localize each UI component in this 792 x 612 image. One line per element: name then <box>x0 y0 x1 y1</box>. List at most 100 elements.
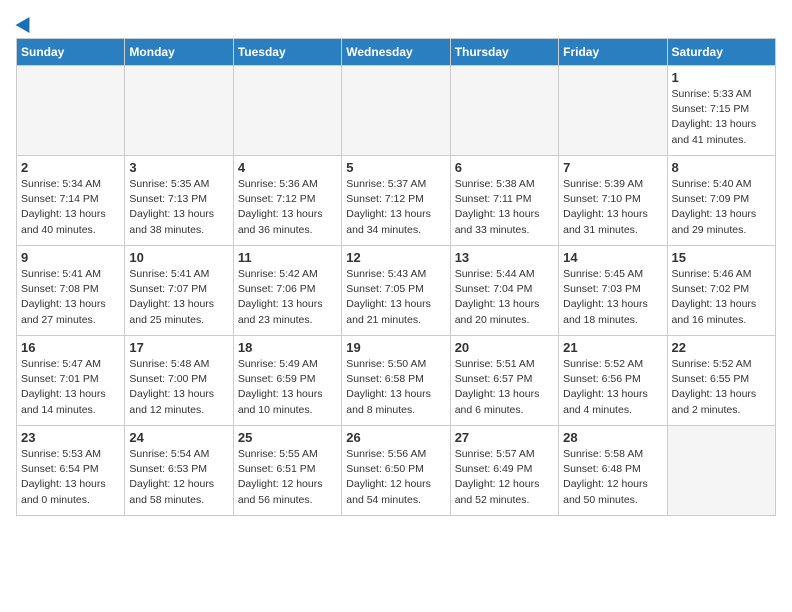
day-info: Sunrise: 5:58 AM Sunset: 6:48 PM Dayligh… <box>563 447 662 508</box>
day-info: Sunrise: 5:34 AM Sunset: 7:14 PM Dayligh… <box>21 177 120 238</box>
day-number: 9 <box>21 250 120 265</box>
day-number: 2 <box>21 160 120 175</box>
day-number: 28 <box>563 430 662 445</box>
day-info: Sunrise: 5:41 AM Sunset: 7:08 PM Dayligh… <box>21 267 120 328</box>
calendar-cell: 13Sunrise: 5:44 AM Sunset: 7:04 PM Dayli… <box>450 246 558 336</box>
day-number: 25 <box>238 430 337 445</box>
calendar-week-row: 9 Sunrise: 5:41 AM Sunset: 7:08 PM Daylig… <box>17 246 776 336</box>
calendar-week-row: 16 Sunrise: 5:47 AM Sunset: 7:01 PM Dayli… <box>17 336 776 426</box>
calendar-cell: 7 Sunrise: 5:39 AM Sunset: 7:10 PM Daylig… <box>559 156 667 246</box>
calendar-cell: 2 Sunrise: 5:34 AM Sunset: 7:14 PM Daylig… <box>17 156 125 246</box>
day-info: Sunrise: 5:35 AM Sunset: 7:13 PM Dayligh… <box>129 177 228 238</box>
calendar-cell: 5 Sunrise: 5:37 AM Sunset: 7:12 PM Daylig… <box>342 156 450 246</box>
day-number: 23 <box>21 430 120 445</box>
calendar-cell <box>559 66 667 156</box>
logo-triangle-icon <box>16 13 37 33</box>
day-info: Sunrise: 5:37 AM Sunset: 7:12 PM Dayligh… <box>346 177 445 238</box>
calendar-cell: 4 Sunrise: 5:36 AM Sunset: 7:12 PM Daylig… <box>233 156 341 246</box>
day-info: Sunrise: 5:33 AM Sunset: 7:15 PM Dayligh… <box>672 87 771 148</box>
day-number: 5 <box>346 160 445 175</box>
day-info: Sunrise: 5:39 AM Sunset: 7:10 PM Dayligh… <box>563 177 662 238</box>
calendar-cell: 18 Sunrise: 5:49 AM Sunset: 6:59 PM Dayli… <box>233 336 341 426</box>
calendar-cell: 20Sunrise: 5:51 AM Sunset: 6:57 PM Dayli… <box>450 336 558 426</box>
column-header-thursday: Thursday <box>450 39 558 66</box>
calendar-cell: 1 Sunrise: 5:33 AM Sunset: 7:15 PM Daylig… <box>667 66 775 156</box>
day-info: Sunrise: 5:38 AM Sunset: 7:11 PM Dayligh… <box>455 177 554 238</box>
day-number: 12 <box>346 250 445 265</box>
column-header-tuesday: Tuesday <box>233 39 341 66</box>
calendar-cell: 8 Sunrise: 5:40 AM Sunset: 7:09 PM Daylig… <box>667 156 775 246</box>
calendar-cell: 14 Sunrise: 5:45 AM Sunset: 7:03 PM Dayli… <box>559 246 667 336</box>
calendar-cell: 22 Sunrise: 5:52 AM Sunset: 6:55 PM Dayli… <box>667 336 775 426</box>
column-header-sunday: Sunday <box>17 39 125 66</box>
day-info: Sunrise: 5:48 AM Sunset: 7:00 PM Dayligh… <box>129 357 228 418</box>
calendar-cell: 17 Sunrise: 5:48 AM Sunset: 7:00 PM Dayli… <box>125 336 233 426</box>
calendar-cell: 27 Sunrise: 5:57 AM Sunset: 6:49 PM Dayli… <box>450 426 558 516</box>
day-number: 8 <box>672 160 771 175</box>
column-header-friday: Friday <box>559 39 667 66</box>
day-number: 7 <box>563 160 662 175</box>
day-number: 18 <box>238 340 337 355</box>
day-number: 14 <box>563 250 662 265</box>
calendar-cell: 24Sunrise: 5:54 AM Sunset: 6:53 PM Dayli… <box>125 426 233 516</box>
calendar-cell <box>17 66 125 156</box>
day-info: Sunrise: 5:53 AM Sunset: 6:54 PM Dayligh… <box>21 447 120 508</box>
day-info: Sunrise: 5:52 AM Sunset: 6:55 PM Dayligh… <box>672 357 771 418</box>
day-info: Sunrise: 5:52 AM Sunset: 6:56 PM Dayligh… <box>563 357 662 418</box>
day-number: 17 <box>129 340 228 355</box>
day-number: 21 <box>563 340 662 355</box>
day-number: 11 <box>238 250 337 265</box>
calendar-cell: 21 Sunrise: 5:52 AM Sunset: 6:56 PM Dayli… <box>559 336 667 426</box>
page-header <box>16 16 776 30</box>
day-info: Sunrise: 5:49 AM Sunset: 6:59 PM Dayligh… <box>238 357 337 418</box>
day-number: 24 <box>129 430 228 445</box>
day-info: Sunrise: 5:47 AM Sunset: 7:01 PM Dayligh… <box>21 357 120 418</box>
logo <box>16 16 34 30</box>
day-info: Sunrise: 5:50 AM Sunset: 6:58 PM Dayligh… <box>346 357 445 418</box>
calendar-cell: 10 Sunrise: 5:41 AM Sunset: 7:07 PM Dayli… <box>125 246 233 336</box>
calendar-cell: 16 Sunrise: 5:47 AM Sunset: 7:01 PM Dayli… <box>17 336 125 426</box>
calendar-week-row: 2 Sunrise: 5:34 AM Sunset: 7:14 PM Daylig… <box>17 156 776 246</box>
day-number: 15 <box>672 250 771 265</box>
day-number: 10 <box>129 250 228 265</box>
calendar-cell: 12 Sunrise: 5:43 AM Sunset: 7:05 PM Dayli… <box>342 246 450 336</box>
calendar-cell: 19 Sunrise: 5:50 AM Sunset: 6:58 PM Dayli… <box>342 336 450 426</box>
day-number: 26 <box>346 430 445 445</box>
calendar-week-row: 23 Sunrise: 5:53 AM Sunset: 6:54 PM Dayli… <box>17 426 776 516</box>
calendar-cell: 11 Sunrise: 5:42 AM Sunset: 7:06 PM Dayli… <box>233 246 341 336</box>
calendar-cell: 23 Sunrise: 5:53 AM Sunset: 6:54 PM Dayli… <box>17 426 125 516</box>
calendar-cell: 9 Sunrise: 5:41 AM Sunset: 7:08 PM Daylig… <box>17 246 125 336</box>
calendar-table: SundayMondayTuesdayWednesdayThursdayFrid… <box>16 38 776 516</box>
calendar-cell: 28 Sunrise: 5:58 AM Sunset: 6:48 PM Dayli… <box>559 426 667 516</box>
day-number: 1 <box>672 70 771 85</box>
day-number: 27 <box>455 430 554 445</box>
day-number: 4 <box>238 160 337 175</box>
day-number: 13 <box>455 250 554 265</box>
calendar-cell <box>450 66 558 156</box>
day-info: Sunrise: 5:56 AM Sunset: 6:50 PM Dayligh… <box>346 447 445 508</box>
day-number: 3 <box>129 160 228 175</box>
calendar-cell: 26 Sunrise: 5:56 AM Sunset: 6:50 PM Dayli… <box>342 426 450 516</box>
day-number: 19 <box>346 340 445 355</box>
day-info: Sunrise: 5:42 AM Sunset: 7:06 PM Dayligh… <box>238 267 337 328</box>
day-number: 16 <box>21 340 120 355</box>
column-header-wednesday: Wednesday <box>342 39 450 66</box>
day-info: Sunrise: 5:43 AM Sunset: 7:05 PM Dayligh… <box>346 267 445 328</box>
calendar-cell: 6 Sunrise: 5:38 AM Sunset: 7:11 PM Daylig… <box>450 156 558 246</box>
day-info: Sunrise: 5:45 AM Sunset: 7:03 PM Dayligh… <box>563 267 662 328</box>
calendar-header-row: SundayMondayTuesdayWednesdayThursdayFrid… <box>17 39 776 66</box>
day-info: Sunrise: 5:41 AM Sunset: 7:07 PM Dayligh… <box>129 267 228 328</box>
calendar-cell: 15 Sunrise: 5:46 AM Sunset: 7:02 PM Dayli… <box>667 246 775 336</box>
day-info: Sunrise: 5:57 AM Sunset: 6:49 PM Dayligh… <box>455 447 554 508</box>
calendar-cell <box>342 66 450 156</box>
calendar-cell: 25 Sunrise: 5:55 AM Sunset: 6:51 PM Dayli… <box>233 426 341 516</box>
column-header-saturday: Saturday <box>667 39 775 66</box>
column-header-monday: Monday <box>125 39 233 66</box>
day-number: 6 <box>455 160 554 175</box>
day-number: 22 <box>672 340 771 355</box>
day-info: Sunrise: 5:36 AM Sunset: 7:12 PM Dayligh… <box>238 177 337 238</box>
day-info: Sunrise: 5:46 AM Sunset: 7:02 PM Dayligh… <box>672 267 771 328</box>
day-info: Sunrise: 5:40 AM Sunset: 7:09 PM Dayligh… <box>672 177 771 238</box>
calendar-cell <box>667 426 775 516</box>
day-info: Sunrise: 5:55 AM Sunset: 6:51 PM Dayligh… <box>238 447 337 508</box>
